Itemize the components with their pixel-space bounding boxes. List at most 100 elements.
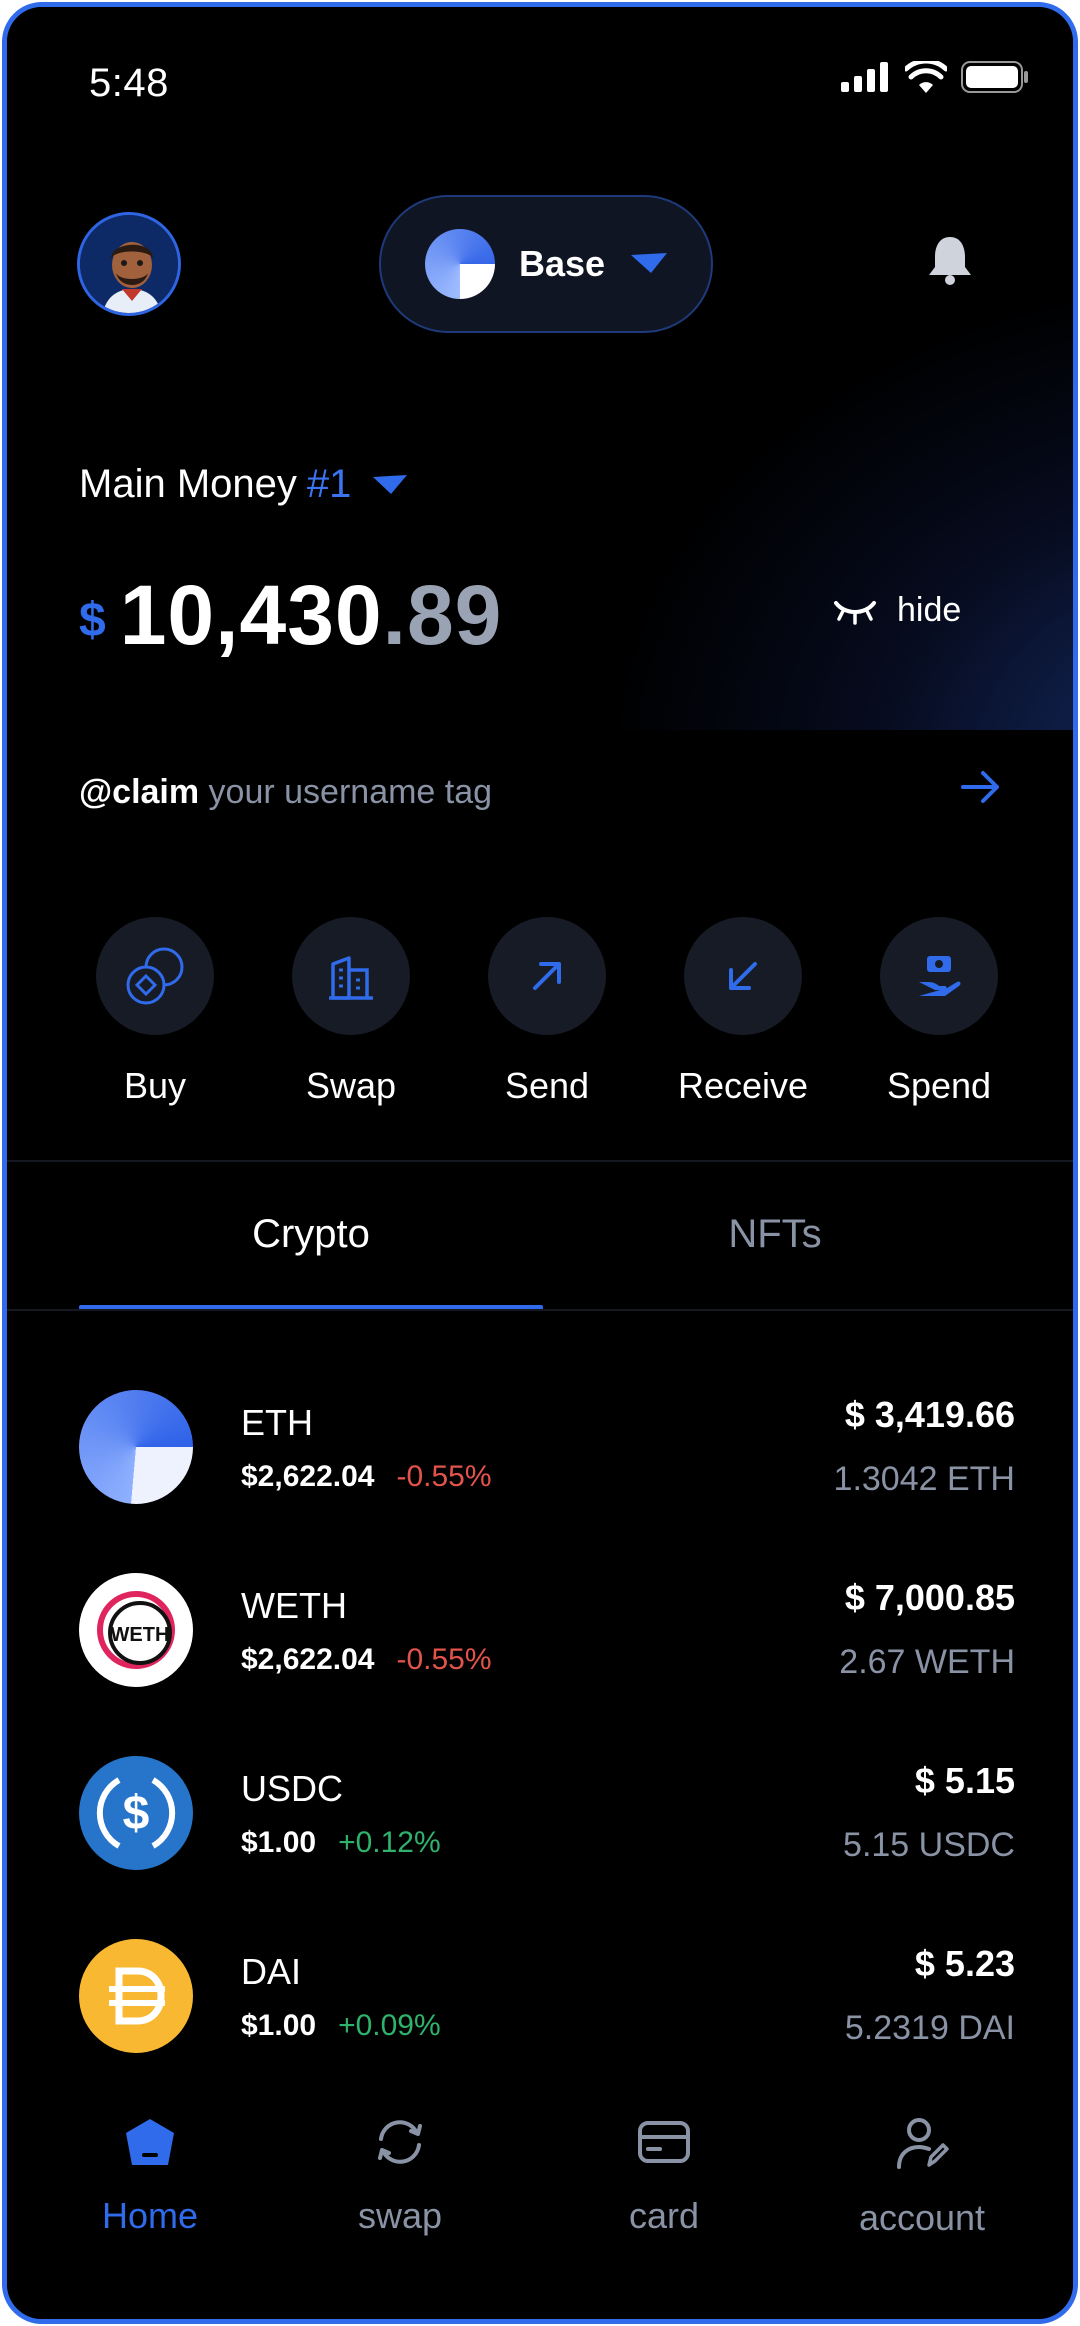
buy-button[interactable]: Buy xyxy=(85,917,225,1107)
tab-nfts[interactable]: NFTs xyxy=(543,1212,1007,1257)
spend-button[interactable]: Spend xyxy=(869,917,1009,1107)
token-change: +0.09% xyxy=(338,2009,441,2042)
status-icons xyxy=(841,61,1029,93)
account-selector[interactable]: Main Money #1 xyxy=(79,462,408,507)
phone-screen: 5:48 Base Main Money #1 $ 10,430 .89 hid… xyxy=(2,2,1078,2324)
token-price-value: $2,622.04 xyxy=(241,1643,375,1676)
token-price: $1.00 +0.09% xyxy=(241,2009,441,2043)
nav-swap[interactable]: swap xyxy=(290,2117,510,2237)
token-symbol: USDC xyxy=(241,1768,344,1809)
weth-logo-text: WETH xyxy=(111,1624,170,1646)
token-value: $ 5.23 xyxy=(914,1943,1015,1984)
token-change: -0.55% xyxy=(396,1643,492,1676)
token-price: $1.00 +0.12% xyxy=(241,1826,441,1860)
token-row-weth[interactable]: WETH WETH $2,622.04 -0.55% $ 7,000.85 2.6… xyxy=(79,1573,1015,1693)
send-icon-circle xyxy=(488,917,606,1035)
nav-label: account xyxy=(858,2197,986,2238)
usdc-icon: $ xyxy=(79,1756,193,1870)
nav-label: Home xyxy=(101,2195,199,2236)
token-price: $2,622.04 -0.55% xyxy=(241,1643,492,1677)
eth-icon xyxy=(79,1390,193,1504)
account-name: Main Money xyxy=(79,462,297,506)
action-label: Spend xyxy=(886,1065,992,1106)
chevron-down-icon xyxy=(373,474,408,494)
arrow-right-icon[interactable] xyxy=(961,769,1001,805)
arrow-up-right-icon xyxy=(533,962,561,990)
weth-icon: WETH xyxy=(79,1573,193,1687)
notification-bell-icon[interactable] xyxy=(927,235,973,290)
token-symbol: ETH xyxy=(241,1402,313,1443)
action-label: Send xyxy=(504,1065,590,1106)
usdc-logo: $ xyxy=(96,1777,176,1849)
dai-logo xyxy=(109,1967,165,2025)
action-label: Receive xyxy=(677,1065,809,1106)
token-amount: 2.67 WETH xyxy=(839,1643,1015,1681)
chevron-down-icon xyxy=(631,253,668,273)
token-value: $ 3,419.66 xyxy=(844,1394,1015,1435)
token-amount: 1.3042 ETH xyxy=(833,1460,1015,1498)
token-value: $ 5.15 xyxy=(914,1760,1015,1801)
card-icon xyxy=(638,2121,690,2163)
token-amount: 5.2319 DAI xyxy=(844,2009,1015,2047)
bottom-navigation: Home swap card account xyxy=(7,2067,1073,2319)
receive-button[interactable]: Receive xyxy=(673,917,813,1107)
token-change: +0.12% xyxy=(338,1826,441,1859)
balance-currency: $ xyxy=(79,594,106,647)
svg-text:$: $ xyxy=(123,1787,150,1840)
network-label: Base xyxy=(519,243,606,284)
token-price: $2,622.04 -0.55% xyxy=(241,1460,492,1494)
token-price-value: $1.00 xyxy=(241,2009,317,2042)
swap-button[interactable]: Swap xyxy=(281,917,421,1107)
nav-label: swap xyxy=(357,2195,443,2236)
network-selector[interactable]: Base xyxy=(379,195,713,333)
divider xyxy=(7,1160,1073,1162)
nav-label: card xyxy=(628,2195,700,2236)
spend-hand-icon xyxy=(919,956,961,996)
claim-username-link[interactable]: @claim your username tag xyxy=(79,773,492,812)
quick-actions: Buy Swap Send Receive Spend xyxy=(85,917,1009,1107)
signal-icon xyxy=(841,62,888,92)
hide-balance-button[interactable]: hide xyxy=(833,591,961,630)
nav-card[interactable]: card xyxy=(554,2117,774,2237)
swap-icon-circle xyxy=(292,917,410,1035)
token-row-dai[interactable]: DAI $1.00 +0.09% $ 5.23 5.2319 DAI xyxy=(79,1939,1015,2059)
arrow-down-left-icon xyxy=(729,962,757,990)
divider xyxy=(7,1309,1073,1311)
nav-home[interactable]: Home xyxy=(40,2117,260,2237)
tab-crypto[interactable]: Crypto xyxy=(79,1212,543,1257)
swap-icon xyxy=(378,2120,422,2164)
token-amount: 5.15 USDC xyxy=(843,1826,1015,1864)
account-icon xyxy=(897,2118,949,2169)
wifi-icon xyxy=(905,61,947,93)
home-icon xyxy=(126,2119,174,2165)
send-button[interactable]: Send xyxy=(477,917,617,1107)
action-label: Buy xyxy=(123,1065,187,1106)
claim-text: your username tag xyxy=(199,773,493,811)
dai-icon xyxy=(79,1939,193,2053)
token-symbol: WETH xyxy=(241,1585,347,1626)
buy-icon-circle xyxy=(96,917,214,1035)
closed-eye-icon xyxy=(834,600,876,625)
weth-logo: WETH xyxy=(97,1591,175,1669)
token-value: $ 7,000.85 xyxy=(844,1577,1015,1618)
balance-amount: $ 10,430 .89 xyxy=(79,567,502,664)
balance-integer: 10,430 xyxy=(119,568,383,662)
token-symbol: DAI xyxy=(241,1951,302,1992)
battery-icon xyxy=(961,61,1028,93)
receive-icon-circle xyxy=(684,917,802,1035)
token-price-value: $1.00 xyxy=(241,1826,317,1859)
buy-icon xyxy=(126,947,184,1005)
action-label: Swap xyxy=(305,1065,397,1106)
spend-icon-circle xyxy=(880,917,998,1035)
token-row-eth[interactable]: ETH $2,622.04 -0.55% $ 3,419.66 1.3042 ET… xyxy=(79,1390,1015,1510)
token-row-usdc[interactable]: $ USDC $1.00 +0.12% $ 5.15 5.15 USDC xyxy=(79,1756,1015,1876)
status-time: 5:48 xyxy=(89,61,169,105)
account-number: #1 xyxy=(306,462,352,506)
claim-handle: @claim xyxy=(79,773,200,811)
avatar[interactable] xyxy=(77,212,181,316)
token-change: -0.55% xyxy=(396,1460,492,1493)
hide-label: hide xyxy=(897,591,962,629)
nav-account[interactable]: account xyxy=(812,2117,1032,2239)
token-price-value: $2,622.04 xyxy=(241,1460,375,1493)
swap-building-icon xyxy=(329,956,373,1000)
